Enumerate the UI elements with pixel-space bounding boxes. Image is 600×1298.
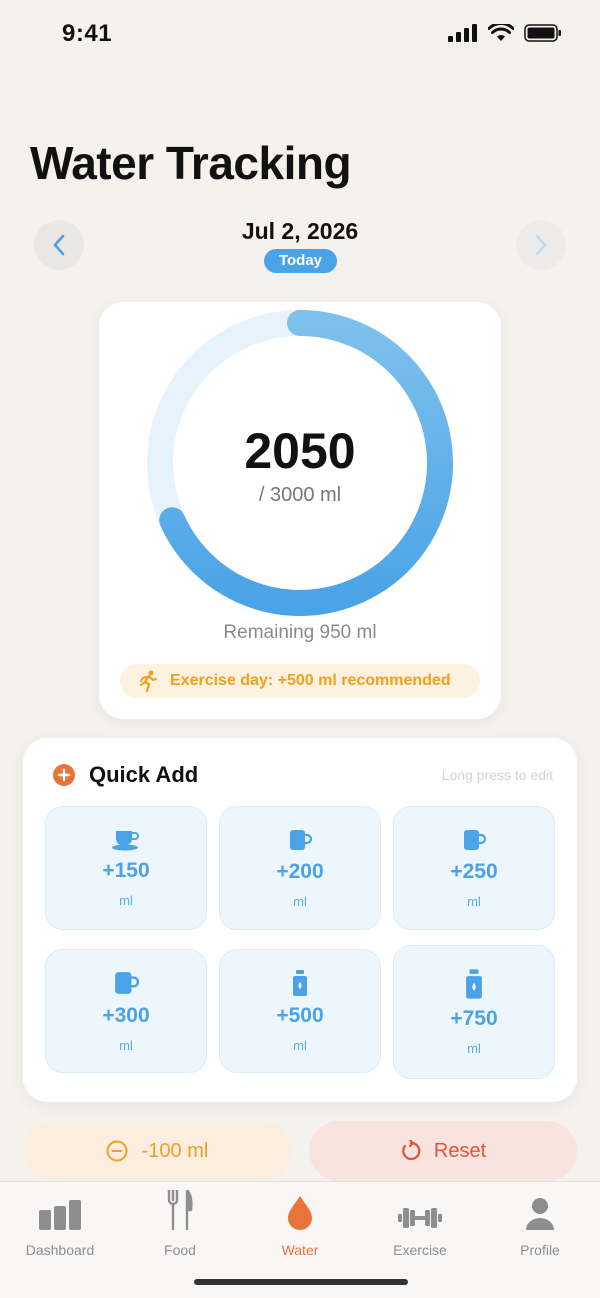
status-time: 9:41 (62, 20, 113, 47)
quick-add-card: Quick Add Long press to edit +150 ml +20… (23, 738, 577, 1102)
quick-add-value: +150 (102, 858, 150, 882)
quick-add-unit: ml (293, 893, 307, 909)
quick-add-unit: ml (119, 892, 133, 908)
tab-label: Dashboard (25, 1242, 95, 1258)
water-tracking-screen: 9:41 Water Tracking Jul 2, 2026 Today 20… (0, 0, 600, 1298)
reset-arrow-icon (402, 1140, 421, 1161)
status-bar: 9:41 (0, 0, 600, 70)
mug-icon (464, 829, 486, 850)
water-goal-text: / 3000 ml (258, 484, 342, 506)
quick-add-header: Quick Add (53, 762, 198, 788)
quick-add-300-button[interactable]: +300 ml (45, 949, 207, 1073)
exercise-recommendation-banner: Exercise day: +500 ml recommended (120, 664, 480, 698)
mug-icon (290, 829, 312, 850)
status-icons (448, 24, 562, 42)
subtract-100-button[interactable]: -100 ml (23, 1121, 291, 1181)
quick-add-250-button[interactable]: +250 ml (393, 806, 555, 930)
quick-add-200-button[interactable]: +200 ml (219, 806, 381, 930)
quick-add-unit: ml (293, 1037, 307, 1053)
quick-add-value: +750 (450, 1006, 498, 1030)
water-progress-card: 2050 / 3000 ml Remaining 950 ml Exercise… (99, 302, 501, 719)
quick-add-500-button[interactable]: +500 ml (219, 949, 381, 1073)
tab-label: Exercise (393, 1242, 447, 1258)
subtract-label: -100 ml (141, 1139, 209, 1162)
quick-add-unit: ml (467, 893, 481, 909)
tab-label: Food (164, 1242, 196, 1258)
tab-dashboard[interactable]: Dashboard (0, 1190, 120, 1258)
quick-add-unit: ml (467, 1040, 481, 1056)
remaining-text: Remaining 950 ml (223, 622, 377, 643)
quick-add-value: +500 (276, 1003, 324, 1027)
quick-add-value: +250 (450, 859, 498, 883)
tab-water[interactable]: Water (240, 1190, 360, 1258)
quick-add-750-button[interactable]: +750 ml (393, 945, 555, 1079)
bottle-icon (466, 968, 482, 999)
tab-profile[interactable]: Profile (480, 1190, 600, 1258)
tab-label: Profile (520, 1242, 560, 1258)
running-person-icon (139, 670, 158, 692)
today-badge: Today (264, 249, 337, 273)
bottle-icon (293, 969, 307, 996)
reset-label: Reset (433, 1139, 487, 1162)
signal-icon (448, 24, 477, 42)
water-intake-value: 2050 (244, 423, 356, 479)
exercise-note: Exercise day: +500 ml recommended (170, 672, 451, 689)
water-drop-icon (288, 1196, 312, 1230)
quick-add-hint: Long press to edit (441, 767, 553, 783)
bar-chart-icon (39, 1200, 81, 1230)
reset-button[interactable]: Reset (309, 1121, 577, 1181)
mug-icon (115, 971, 139, 994)
battery-icon (524, 24, 561, 42)
quick-add-title: Quick Add (89, 762, 199, 787)
minus-circle-icon (106, 1140, 128, 1162)
current-date: Jul 2, 2026 (241, 218, 359, 244)
chevron-right-icon (535, 234, 547, 256)
quick-add-value: +300 (102, 1003, 150, 1027)
coffee-cup-icon (112, 830, 139, 850)
tab-food[interactable]: Food (120, 1190, 240, 1258)
home-indicator (194, 1279, 408, 1285)
quick-add-unit: ml (119, 1037, 133, 1053)
page-title: Water Tracking (30, 137, 352, 189)
tab-exercise[interactable]: Exercise (360, 1190, 480, 1258)
dumbbell-icon (398, 1208, 442, 1228)
quick-add-150-button[interactable]: +150 ml (45, 806, 207, 930)
next-day-button[interactable] (516, 220, 566, 270)
person-icon (526, 1198, 554, 1230)
add-circle-icon (53, 764, 75, 786)
tab-label: Water (281, 1242, 319, 1258)
fork-knife-icon (167, 1190, 193, 1230)
wifi-icon (488, 24, 514, 41)
quick-add-value: +200 (276, 859, 324, 883)
